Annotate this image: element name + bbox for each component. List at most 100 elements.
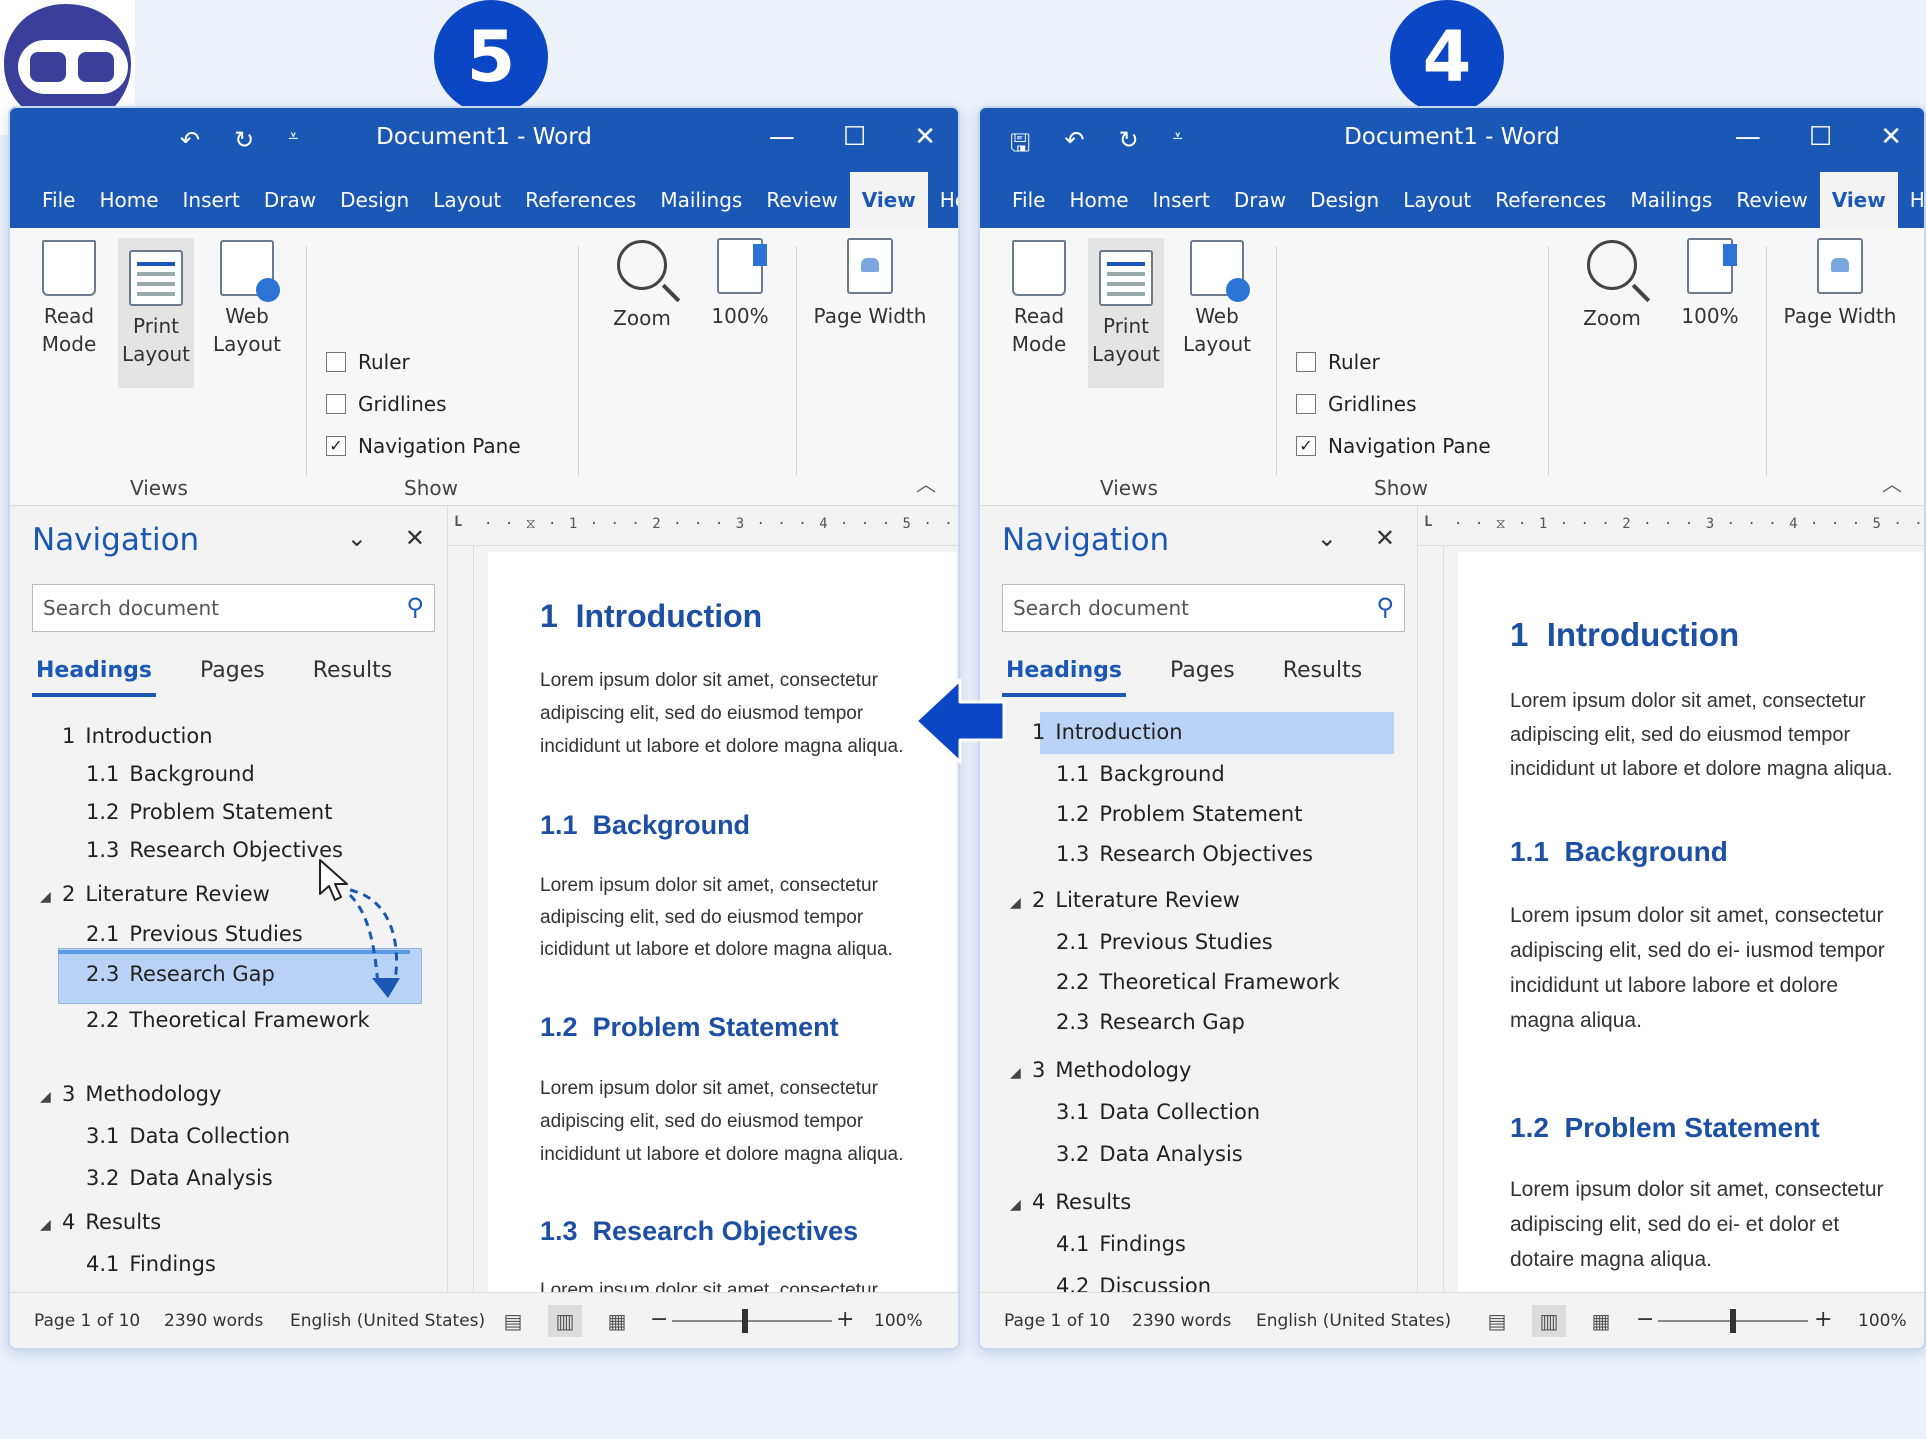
tab-mailings[interactable]: Mailings — [1618, 172, 1724, 228]
zoom-slider-thumb[interactable] — [742, 1309, 748, 1333]
word-count[interactable]: 2390 words — [1132, 1311, 1231, 1331]
ruler-checkbox[interactable]: Ruler — [326, 350, 410, 374]
document-paragraph[interactable]: Lorem ipsum dolor sit amet, consectetur … — [540, 1072, 935, 1171]
close-icon[interactable]: ✕ — [405, 524, 425, 552]
heading-item[interactable]: 2 Literature Review — [1032, 888, 1240, 912]
zoom-level[interactable]: 100% — [1858, 1311, 1907, 1331]
document-page[interactable]: 1 Introduction Lorem ipsum dolor sit amet… — [1458, 552, 1924, 1292]
document-heading[interactable]: 1.2 Problem Statement — [1510, 1112, 1820, 1144]
zoom-slider[interactable] — [672, 1320, 832, 1322]
page-width-button[interactable]: Page Width — [1780, 228, 1900, 330]
heading-item[interactable]: 3.1 Data Collection — [86, 1124, 290, 1148]
print-layout-button[interactable]: Print Layout — [1088, 238, 1164, 388]
ruler-corner[interactable]: L — [1424, 514, 1434, 530]
word-count[interactable]: 2390 words — [164, 1311, 263, 1331]
search-input[interactable]: Search document ⚲ — [1002, 584, 1405, 632]
heading-item[interactable]: 4.1 Findings — [86, 1252, 216, 1276]
gridlines-checkbox[interactable]: Gridlines — [326, 392, 447, 416]
navigation-pane-checkbox[interactable]: ✓ Navigation Pane — [326, 434, 521, 458]
tab-view[interactable]: View — [1819, 172, 1898, 228]
zoom-in-button[interactable]: + — [1814, 1307, 1832, 1332]
web-layout-view-icon[interactable]: ▦ — [1584, 1305, 1618, 1337]
read-mode-view-icon[interactable]: ▤ — [496, 1305, 530, 1337]
document-heading[interactable]: 1.3 Research Objectives — [540, 1216, 858, 1247]
tab-file[interactable]: File — [1000, 172, 1057, 228]
document-heading[interactable]: 1.1 Background — [1510, 836, 1728, 868]
zoom-button[interactable]: Zoom — [1572, 228, 1652, 332]
page-count[interactable]: Page 1 of 10 — [34, 1311, 140, 1331]
read-mode-view-icon[interactable]: ▤ — [1480, 1305, 1514, 1337]
heading-item[interactable]: 4 Results — [1032, 1190, 1131, 1214]
collapse-ribbon-icon[interactable]: ︿ — [1882, 468, 1902, 497]
nav-tab-pages[interactable]: Pages — [1166, 650, 1239, 697]
nav-tab-headings[interactable]: Headings — [1002, 650, 1126, 697]
document-paragraph[interactable]: Lorem ipsum dolor sit amet, consectetur … — [1510, 1172, 1900, 1277]
tab-draw[interactable]: Draw — [1222, 172, 1298, 228]
tab-review[interactable]: Review — [1724, 172, 1819, 228]
tab-home[interactable]: Home — [1057, 172, 1140, 228]
print-layout-button[interactable]: Print Layout — [118, 238, 194, 388]
web-layout-button[interactable]: Web Layout — [204, 228, 290, 466]
zoom-slider-thumb[interactable] — [1730, 1309, 1736, 1333]
gridlines-checkbox[interactable]: Gridlines — [1296, 392, 1417, 416]
heading-item[interactable]: 1 Introduction — [62, 724, 213, 748]
nav-tab-headings[interactable]: Headings — [32, 650, 156, 697]
document-heading[interactable]: 1 Introduction — [1510, 616, 1739, 654]
tab-insert[interactable]: Insert — [171, 172, 252, 228]
document-heading[interactable]: 1 Introduction — [540, 598, 762, 635]
heading-item[interactable]: 2.3 Research Gap — [1056, 1010, 1245, 1034]
heading-item[interactable]: 1.2 Problem Statement — [1056, 802, 1302, 826]
page-count[interactable]: Page 1 of 10 — [1004, 1311, 1110, 1331]
tab-references[interactable]: References — [1483, 172, 1618, 228]
heading-item[interactable]: 3.1 Data Collection — [1056, 1100, 1260, 1124]
heading-item[interactable]: 3 Methodology — [1032, 1058, 1191, 1082]
zoom-level[interactable]: 100% — [874, 1311, 923, 1331]
heading-item[interactable]: 3.2 Data Analysis — [1056, 1142, 1243, 1166]
tab-help[interactable]: Help — [1898, 172, 1924, 228]
tab-help[interactable]: Help — [928, 172, 958, 228]
chevron-down-icon[interactable]: ⌄ — [347, 524, 367, 552]
heading-item[interactable]: 3.2 Data Analysis — [86, 1166, 273, 1190]
close-icon[interactable]: ✕ — [1880, 122, 1902, 152]
zoom-button[interactable]: Zoom — [602, 228, 682, 332]
maximize-icon[interactable]: ☐ — [1809, 122, 1832, 152]
document-paragraph[interactable]: Lorem ipsum dolor sit amet, consectetur … — [540, 664, 935, 763]
tab-design[interactable]: Design — [1298, 172, 1391, 228]
document-heading[interactable]: 1.2 Problem Statement — [540, 1012, 839, 1043]
document-paragraph[interactable]: Lorem ipsum dolor sit amet, consectetur … — [1510, 684, 1910, 786]
page-width-button[interactable]: Page Width — [810, 228, 930, 330]
expand-caret-icon[interactable]: ◢ — [1010, 894, 1021, 911]
heading-item[interactable]: 2.2 Theoretical Framework — [86, 1008, 370, 1032]
print-layout-view-icon[interactable]: ▥ — [1532, 1305, 1566, 1337]
tab-draw[interactable]: Draw — [252, 172, 328, 228]
document-paragraph[interactable]: Lorem ipsum dolor sit amet, consectetur … — [540, 1274, 935, 1292]
nav-tab-results[interactable]: Results — [309, 650, 396, 697]
search-input[interactable]: Search document ⚲ — [32, 584, 435, 632]
expand-caret-icon[interactable]: ◢ — [1010, 1196, 1021, 1213]
tab-layout[interactable]: Layout — [1391, 172, 1483, 228]
tab-home[interactable]: Home — [87, 172, 170, 228]
heading-item[interactable]: 2.1 Previous Studies — [1056, 930, 1273, 954]
expand-caret-icon[interactable]: ◢ — [1010, 1064, 1021, 1081]
tab-file[interactable]: File — [30, 172, 87, 228]
tab-insert[interactable]: Insert — [1141, 172, 1222, 228]
nav-tab-results[interactable]: Results — [1279, 650, 1366, 697]
heading-item[interactable]: 1.1 Background — [1056, 762, 1225, 786]
zoom-out-button[interactable]: − — [650, 1307, 668, 1332]
collapse-ribbon-icon[interactable]: ︿ — [916, 468, 936, 497]
ruler-checkbox[interactable]: Ruler — [1296, 350, 1380, 374]
document-paragraph[interactable]: Lorem ipsum dolor sit amet, consectetur … — [1510, 898, 1900, 1038]
heading-item[interactable]: 3 Methodology — [62, 1082, 221, 1106]
tab-layout[interactable]: Layout — [421, 172, 513, 228]
minimize-icon[interactable]: — — [769, 122, 795, 152]
read-mode-button[interactable]: Read Mode — [24, 228, 114, 466]
expand-caret-icon[interactable]: ◢ — [40, 1088, 51, 1105]
zoom-100-button[interactable]: 100% — [700, 228, 780, 330]
close-icon[interactable]: ✕ — [1375, 524, 1395, 552]
print-layout-view-icon[interactable]: ▥ — [548, 1305, 582, 1337]
maximize-icon[interactable]: ☐ — [843, 122, 866, 152]
tab-view[interactable]: View — [849, 172, 928, 228]
navigation-pane-checkbox[interactable]: ✓ Navigation Pane — [1296, 434, 1491, 458]
ruler-corner[interactable]: L — [454, 514, 464, 530]
minimize-icon[interactable]: — — [1735, 122, 1761, 152]
